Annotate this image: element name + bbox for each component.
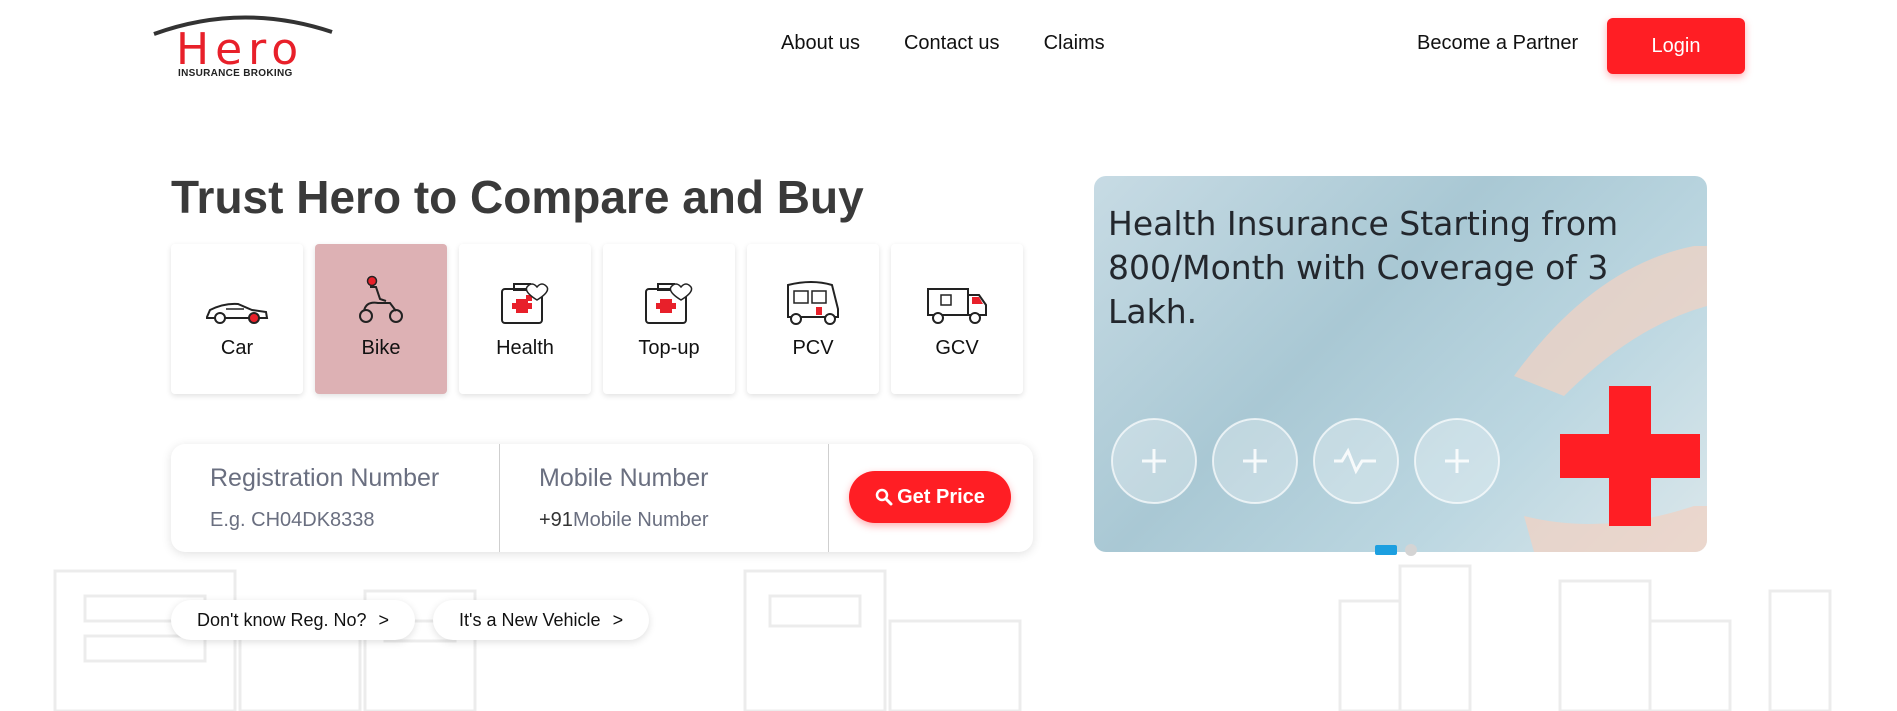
product-tile-bike[interactable]: Bike — [315, 244, 447, 394]
mobile-label: Mobile Number — [539, 464, 709, 492]
registration-field: Registration Number — [171, 444, 500, 552]
login-button[interactable]: Login — [1607, 18, 1745, 74]
become-partner-link[interactable]: Become a Partner — [1417, 32, 1578, 55]
product-label: Health — [496, 337, 554, 359]
product-label: GCV — [935, 337, 979, 359]
logo-tagline: INSURANCE BROKING — [178, 68, 293, 79]
chevron-right-icon: > — [378, 609, 390, 630]
product-tile-health[interactable]: Health — [459, 244, 591, 394]
mobile-field: Mobile Number +91 — [500, 444, 829, 552]
page-title: Trust Hero to Compare and Buy — [171, 171, 864, 223]
nav-about-us[interactable]: About us — [781, 32, 860, 55]
hero-logo[interactable]: Hero INSURANCE BROKING — [152, 10, 337, 82]
health-kit-icon — [501, 283, 549, 324]
quote-form: Registration Number Mobile Number +91 Ge… — [171, 444, 1033, 552]
mobile-input[interactable] — [572, 509, 793, 532]
bike-icon — [359, 275, 403, 323]
dont-know-reg-button[interactable]: Don't know Reg. No? > — [171, 600, 416, 640]
helper-links: Don't know Reg. No? > It's a New Vehicle… — [171, 600, 650, 640]
get-price-button[interactable]: Get Price — [849, 471, 1011, 523]
product-tile-car[interactable]: Car — [171, 244, 303, 394]
product-tile-top-up[interactable]: Top-up — [603, 244, 735, 394]
main-nav: About us Contact us Claims — [781, 32, 1105, 55]
goods-truck-icon — [927, 288, 987, 324]
carousel-indicators — [1375, 544, 1417, 556]
product-label: Car — [220, 337, 254, 359]
registration-label: Registration Number — [210, 464, 440, 492]
health-icons-illustration — [1111, 246, 1707, 552]
product-selector: Car Bike Health Top-up PCV GCV — [171, 244, 1023, 394]
search-icon — [875, 488, 893, 506]
country-code-prefix: +91 — [539, 509, 573, 531]
site-header: Hero INSURANCE BROKING About us Contact … — [0, 0, 1897, 95]
health-topup-icon — [645, 283, 693, 324]
promo-banner[interactable]: Health Insurance Starting from 800/Month… — [1094, 176, 1707, 552]
nav-contact-us[interactable]: Contact us — [904, 32, 1000, 55]
product-label: Bike — [361, 337, 401, 359]
product-label: PCV — [792, 337, 834, 359]
new-vehicle-button[interactable]: It's a New Vehicle > — [433, 600, 650, 640]
carousel-dot-2[interactable] — [1405, 544, 1417, 556]
red-cross-icon — [1560, 386, 1700, 526]
dont-know-reg-label: Don't know Reg. No? — [197, 609, 367, 630]
car-icon — [206, 302, 269, 324]
new-vehicle-label: It's a New Vehicle — [459, 609, 601, 630]
get-price-label: Get Price — [897, 485, 985, 508]
product-tile-gcv[interactable]: GCV — [891, 244, 1023, 394]
carousel-dot-1[interactable] — [1375, 545, 1397, 555]
product-tile-pcv[interactable]: PCV — [747, 244, 879, 394]
product-label: Top-up — [638, 337, 700, 359]
nav-claims[interactable]: Claims — [1044, 32, 1105, 55]
auto-rickshaw-icon — [787, 281, 839, 325]
registration-input[interactable] — [210, 509, 470, 532]
chevron-right-icon: > — [612, 609, 624, 630]
